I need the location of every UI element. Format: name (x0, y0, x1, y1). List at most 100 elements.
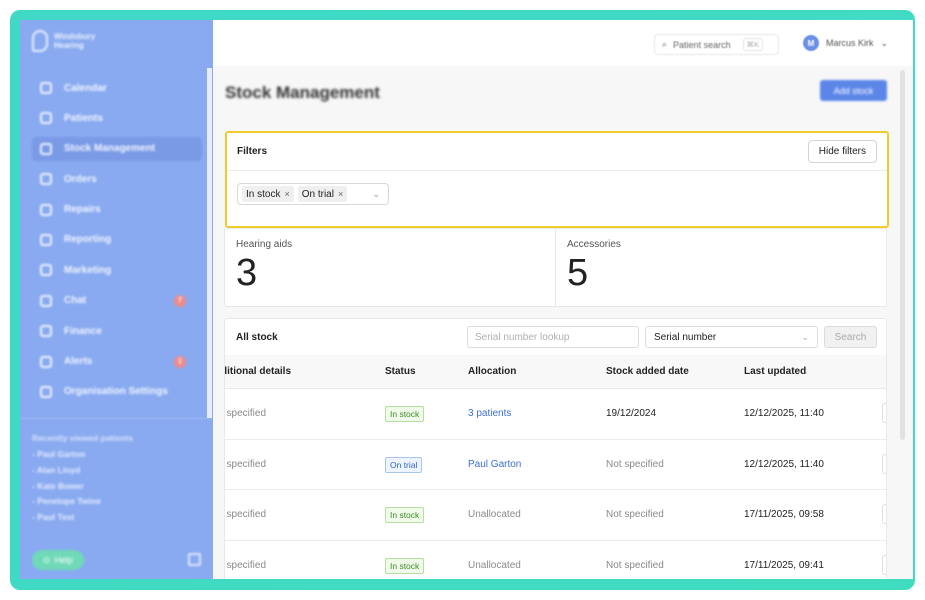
allocation-link[interactable]: Paul Garton (468, 459, 521, 470)
sidebar-item-repairs[interactable]: Repairs (32, 198, 202, 222)
sidebar-item-label: Organisation Settings (64, 386, 168, 398)
sidebar-item-finance[interactable]: Finance (32, 319, 202, 343)
chevron-down-icon: ⌄ (801, 331, 809, 342)
page-title: Stock Management (225, 83, 380, 102)
cell-allocation: Unallocated (468, 509, 521, 520)
chevron-down-icon: ⌄ (880, 37, 889, 48)
column-header-details[interactable]: ditional details (225, 366, 291, 377)
row-action-button[interactable] (882, 504, 886, 524)
top-bar: ⌕ Patient search ⌘K M Marcus Kirk ⌄ (213, 20, 913, 66)
sidebar-item-reporting[interactable]: Reporting (32, 228, 202, 252)
hide-filters-button[interactable]: Hide filters (807, 140, 877, 163)
sidebar-item-calendar[interactable]: Calendar (32, 76, 202, 100)
table-row[interactable]: t specified In stock Unallocated Not specif… (224, 490, 886, 541)
sidebar-item-label: Repairs (64, 204, 101, 216)
patients-icon (40, 112, 52, 125)
stat-value: 5 (567, 252, 589, 294)
help-button[interactable]: ⊙ Help (32, 550, 84, 570)
user-name: Marcus Kirk (826, 38, 874, 48)
sidebar-item-label: Orders (64, 173, 97, 185)
sidebar-item-label: Reporting (64, 234, 112, 246)
table-row[interactable]: t specified In stock Unallocated Not specif… (224, 541, 886, 580)
notification-badge: 1 (174, 355, 186, 368)
column-header-status[interactable]: Status (385, 366, 416, 377)
table-row[interactable]: t specified On trial Paul Garton Not specif… (225, 440, 886, 490)
lookup-type-select[interactable]: Serial number ⌄ (645, 326, 818, 348)
sidebar-item-label: Calendar (64, 82, 107, 94)
recent-patient-link[interactable]: - Paul Test (32, 512, 133, 528)
mail-icon (40, 264, 52, 277)
filter-tag-label: In stock (246, 188, 281, 200)
row-action-button[interactable] (882, 453, 886, 474)
recent-patients: Recently viewed patients - Paul Garton - … (32, 433, 133, 528)
search-icon: ⌕ (662, 39, 668, 49)
cell-details: t specified (224, 559, 267, 571)
sidebar-scrollbar[interactable] (207, 68, 212, 418)
help-icon: ⊙ (42, 554, 51, 565)
main-content: Stock Management Add stock Filters Hide … (213, 66, 913, 579)
app-window: Windsbury Hearing Calendar Patients Stock … (20, 20, 913, 579)
sidebar-item-marketing[interactable]: Marketing (32, 258, 202, 282)
sidebar-item-organisation-settings[interactable]: Organisation Settings (32, 380, 202, 404)
row-action-button[interactable] (882, 554, 886, 575)
patient-search-button[interactable]: ⌕ Patient search ⌘K (654, 34, 779, 55)
table-row[interactable]: t specified In stock 3 patients 19/12/2024 1… (224, 389, 886, 440)
cell-added-date: 19/12/2024 (606, 408, 657, 419)
recent-patient-link[interactable]: - Paul Garton (32, 449, 133, 465)
recent-patients-title: Recently viewed patients (32, 433, 134, 443)
cell-last-updated: 17/11/2025, 09:58 (744, 509, 824, 520)
status-badge: In stock (385, 507, 425, 523)
user-menu[interactable]: M Marcus Kirk ⌄ (803, 35, 888, 51)
cell-last-updated: 17/11/2025, 09:41 (744, 559, 824, 571)
recent-patient-link[interactable]: - Alan Lloyd (32, 465, 133, 481)
stock-summary: Hearing aids 3 Accessories 5 (224, 228, 887, 307)
sidebar-item-stock-management[interactable]: Stock Management (32, 136, 202, 161)
filters-title: Filters (237, 146, 268, 157)
cell-details: t specified (224, 509, 267, 520)
brand-logo[interactable]: Windsbury Hearing (32, 30, 95, 52)
sidebar-item-alerts[interactable]: Alerts 1 (32, 350, 202, 374)
row-action-button[interactable] (882, 403, 886, 423)
status-filter-select[interactable]: In stock × On trial × ⌄ (237, 183, 389, 205)
cell-allocation: Unallocated (468, 559, 521, 571)
stat-value: 3 (236, 252, 258, 294)
add-stock-button[interactable]: Add stock (820, 80, 887, 101)
column-header-allocation[interactable]: Allocation (468, 366, 516, 377)
notification-badge: 7 (174, 294, 186, 307)
sidebar-item-label: Alerts (64, 356, 93, 368)
cell-details: t specified (224, 408, 267, 419)
main-scrollbar[interactable] (900, 70, 905, 440)
collapse-sidebar-icon[interactable] (188, 553, 201, 566)
cell-added-date: Not specified (606, 509, 664, 520)
recent-patient-link[interactable]: - Kate Bower (32, 481, 133, 497)
sidebar-item-label: Chat (64, 295, 87, 307)
calendar-icon (40, 82, 52, 94)
serial-number-lookup-input[interactable] (467, 326, 639, 348)
wrench-icon (40, 203, 52, 216)
table-header: ditional details Status Allocation Stock… (225, 355, 886, 389)
sidebar-item-label: Finance (64, 325, 102, 337)
column-header-added-date[interactable]: Stock added date (606, 366, 689, 377)
orders-icon (40, 173, 52, 186)
allocation-link[interactable]: 3 patients (468, 408, 511, 419)
sidebar-item-chat[interactable]: Chat 7 (32, 289, 202, 313)
stat-card: Accessories 5 (555, 229, 886, 306)
status-badge: In stock (385, 406, 425, 422)
chevron-down-icon[interactable]: ⌄ (372, 189, 380, 200)
remove-tag-icon[interactable]: × (284, 189, 289, 199)
avatar: M (803, 35, 819, 51)
column-header-last-updated[interactable]: Last updated (744, 366, 806, 377)
stat-label: Hearing aids (236, 239, 293, 250)
brand-name-line2: Hearing (54, 41, 84, 50)
all-stock-title: All stock (236, 331, 278, 343)
sidebar-item-label: Stock Management (64, 143, 156, 155)
search-button[interactable]: Search (824, 326, 877, 348)
box-icon (40, 142, 52, 155)
remove-tag-icon[interactable]: × (338, 189, 343, 199)
sidebar-item-orders[interactable]: Orders (32, 167, 202, 191)
recent-patient-link[interactable]: - Penelope Twine (32, 496, 133, 512)
filter-tag: On trial × (297, 186, 348, 202)
sidebar: Windsbury Hearing Calendar Patients Stock … (20, 20, 213, 579)
gear-icon (40, 385, 52, 398)
sidebar-item-patients[interactable]: Patients (32, 106, 202, 130)
